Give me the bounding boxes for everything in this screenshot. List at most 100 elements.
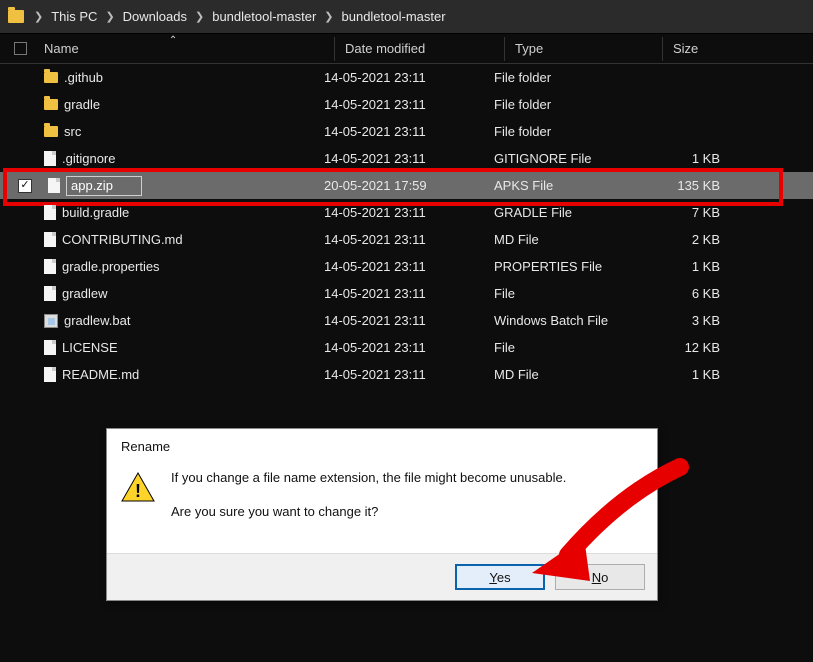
cell-type: File <box>484 286 642 301</box>
warning-icon: ! <box>121 472 155 502</box>
cell-date: 14-05-2021 23:11 <box>314 232 484 247</box>
svg-text:!: ! <box>135 481 141 501</box>
cell-date: 14-05-2021 23:11 <box>314 313 484 328</box>
cell-type: File folder <box>484 70 642 85</box>
cell-size: 7 KB <box>642 205 738 220</box>
file-row[interactable]: build.gradle14-05-2021 23:11GRADLE File7… <box>0 199 813 226</box>
file-icon <box>44 205 56 220</box>
cell-date: 14-05-2021 23:11 <box>314 286 484 301</box>
cell-size: 135 KB <box>642 178 738 193</box>
header-type[interactable]: Type <box>504 37 662 61</box>
folder-icon <box>8 10 24 23</box>
cell-type: MD File <box>484 232 642 247</box>
cell-name: CONTRIBUTING.md <box>14 232 314 247</box>
cell-size: 1 KB <box>642 367 738 382</box>
breadcrumb-bundletool-master-2[interactable]: bundletool-master <box>340 5 448 28</box>
header-name[interactable]: ⌃ Name <box>34 41 334 56</box>
file-icon <box>44 286 56 301</box>
cell-date: 14-05-2021 23:11 <box>314 259 484 274</box>
yes-button[interactable]: Yes <box>455 564 545 590</box>
cell-name: src <box>14 124 314 139</box>
file-list: .github14-05-2021 23:11File foldergradle… <box>0 64 813 388</box>
row-checkbox[interactable] <box>18 179 32 193</box>
breadcrumb-downloads[interactable]: Downloads <box>121 5 189 28</box>
cell-type: Windows Batch File <box>484 313 642 328</box>
cell-type: GRADLE File <box>484 205 642 220</box>
dialog-footer: Yes No <box>107 553 657 600</box>
cell-size: 12 KB <box>642 340 738 355</box>
rename-dialog: Rename ! If you change a file name exten… <box>106 428 658 601</box>
yes-underline: Y <box>489 570 496 585</box>
file-row[interactable]: .gitignore 14-05-2021 23:11GITIGNORE File… <box>0 145 813 172</box>
cell-name: gradle.properties <box>14 259 314 274</box>
cell-name: gradle <box>14 97 314 112</box>
cell-type: GITIGNORE File <box>484 151 642 166</box>
dialog-title: Rename <box>107 429 657 460</box>
cell-type: File folder <box>484 97 642 112</box>
header-name-label: Name <box>44 41 79 56</box>
no-button[interactable]: No <box>555 564 645 590</box>
cell-name: .github <box>14 70 314 85</box>
cell-type: File <box>484 340 642 355</box>
cell-name: build.gradle <box>14 205 314 220</box>
cell-type: MD File <box>484 367 642 382</box>
file-row[interactable]: README.md14-05-2021 23:11MD File1 KB <box>0 361 813 388</box>
header-size[interactable]: Size <box>662 37 758 61</box>
file-name: CONTRIBUTING.md <box>62 232 183 247</box>
cell-type: PROPERTIES File <box>484 259 642 274</box>
sort-caret-icon: ⌃ <box>169 35 177 46</box>
dialog-line1: If you change a file name extension, the… <box>171 468 566 488</box>
cell-date: 14-05-2021 23:11 <box>314 151 484 166</box>
rename-input[interactable] <box>66 176 142 196</box>
cell-size: 1 KB <box>642 151 738 166</box>
file-row[interactable]: LICENSE14-05-2021 23:11File12 KB <box>0 334 813 361</box>
file-icon <box>44 259 56 274</box>
file-row[interactable]: CONTRIBUTING.md 14-05-2021 23:11MD File2 … <box>0 226 813 253</box>
chevron-right-icon[interactable]: ❯ <box>195 10 204 23</box>
breadcrumb-bundletool-master[interactable]: bundletool-master <box>210 5 318 28</box>
cell-date: 14-05-2021 23:11 <box>314 340 484 355</box>
file-name: .gitignore <box>62 151 115 166</box>
cell-date: 14-05-2021 23:11 <box>314 205 484 220</box>
header-date[interactable]: Date modified <box>334 37 504 61</box>
file-row[interactable]: gradlew14-05-2021 23:11File6 KB <box>0 280 813 307</box>
file-row[interactable]: src14-05-2021 23:11File folder <box>0 118 813 145</box>
cell-size: 2 KB <box>642 232 738 247</box>
cell-name: .gitignore <box>14 151 314 166</box>
file-icon <box>44 367 56 382</box>
dialog-message: If you change a file name extension, the… <box>171 468 566 535</box>
file-icon <box>44 340 56 355</box>
folder-icon <box>44 72 58 83</box>
file-icon <box>44 232 56 247</box>
header-date-label: Date modified <box>345 41 425 56</box>
cell-date: 14-05-2021 23:11 <box>314 97 484 112</box>
chevron-right-icon[interactable]: ❯ <box>324 10 333 23</box>
folder-icon <box>44 99 58 110</box>
no-rest: o <box>601 570 608 585</box>
file-icon <box>44 151 56 166</box>
file-row[interactable]: 20-05-2021 17:59APKS File135 KB <box>0 172 813 199</box>
file-row[interactable]: gradle.properties14-05-2021 23:11PROPERT… <box>0 253 813 280</box>
file-name: .github <box>64 70 103 85</box>
cell-date: 20-05-2021 17:59 <box>314 178 484 193</box>
cell-name <box>14 176 314 196</box>
file-row[interactable]: gradle14-05-2021 23:11File folder <box>0 91 813 118</box>
file-row[interactable]: .github14-05-2021 23:11File folder <box>0 64 813 91</box>
breadcrumb-this-pc[interactable]: This PC <box>49 5 99 28</box>
chevron-right-icon[interactable]: ❯ <box>105 10 114 23</box>
select-all-checkbox[interactable] <box>14 42 27 55</box>
cell-name: gradlew <box>14 286 314 301</box>
cell-size: 1 KB <box>642 259 738 274</box>
dialog-line2: Are you sure you want to change it? <box>171 502 566 522</box>
header-type-label: Type <box>515 41 543 56</box>
chevron-right-icon[interactable]: ❯ <box>34 10 43 23</box>
batch-file-icon <box>44 314 58 328</box>
file-row[interactable]: gradlew.bat14-05-2021 23:11Windows Batch… <box>0 307 813 334</box>
cell-size: 6 KB <box>642 286 738 301</box>
cell-name: README.md <box>14 367 314 382</box>
cell-name: LICENSE <box>14 340 314 355</box>
cell-size: 3 KB <box>642 313 738 328</box>
file-name: src <box>64 124 81 139</box>
column-headers: ⌃ Name Date modified Type Size <box>0 34 813 64</box>
file-icon <box>48 178 60 193</box>
